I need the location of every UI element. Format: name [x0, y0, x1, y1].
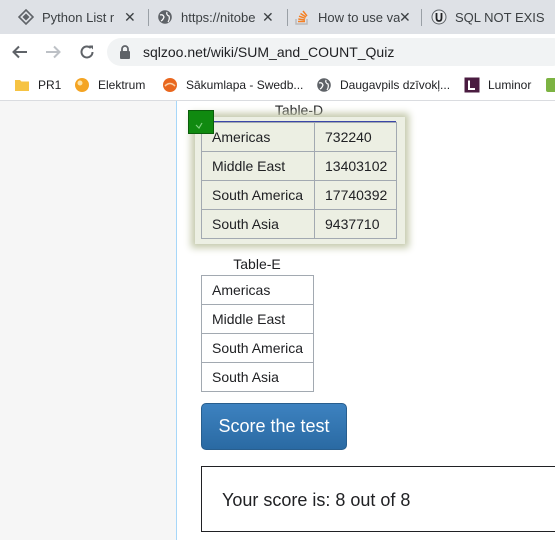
table-e-caption: Table-E — [233, 256, 281, 272]
browser-tab[interactable]: https://nitobe ✕ — [157, 0, 277, 34]
browser-tab[interactable]: SQL NOT EXIS — [431, 0, 555, 34]
bookmark-label: Daugavpils dzīvokļ... — [340, 78, 451, 92]
bookmark-label: Elektrum — [98, 78, 146, 92]
table-cell: South America — [201, 333, 314, 363]
table-row: Americas 732240 — [201, 122, 397, 152]
table-cell: Middle East — [201, 151, 315, 181]
forward-button[interactable] — [41, 40, 65, 64]
lock-icon[interactable] — [119, 44, 133, 60]
swedbank-icon — [162, 77, 178, 93]
table-row: South America 17740392 — [201, 180, 397, 210]
close-tab-icon[interactable]: ✕ — [262, 9, 274, 26]
table-d[interactable]: Americas 732240 Middle East 13403102 Sou… — [201, 122, 397, 239]
correct-check-icon — [188, 110, 214, 134]
tab-separator — [148, 9, 149, 26]
browser-tab[interactable]: How to use va ✕ — [294, 0, 414, 34]
bookmark-label: Luminor — [488, 78, 532, 92]
bookmark-luminor[interactable]: Luminor — [464, 70, 531, 100]
tab-title: Python List m — [42, 9, 114, 25]
table-e[interactable]: Americas Middle East South America South… — [201, 275, 314, 392]
bookmark-pr1[interactable]: PR1 — [14, 70, 61, 100]
table-cell: South Asia — [201, 362, 314, 392]
bookmarks-bar: PR1 Elektrum Sākumlapa - Swedb... Daugav… — [0, 70, 555, 101]
browser-tab[interactable]: Python List m ✕ — [18, 0, 138, 34]
table-row: South America — [201, 333, 314, 363]
score-result-box: Your score is: 8 out of 8 — [201, 466, 555, 532]
table-cell: South America — [201, 180, 315, 210]
table-row: Middle East — [201, 304, 314, 334]
globe-icon — [157, 9, 173, 25]
table-d-caption: Table-D — [274, 102, 324, 118]
score-the-test-button[interactable]: Score the test — [201, 403, 347, 450]
bookmark-elektrum[interactable]: Elektrum — [74, 70, 145, 100]
table-cell: South Asia — [201, 209, 315, 239]
green-bookmark-icon — [545, 77, 555, 93]
close-tab-icon[interactable]: ✕ — [124, 9, 136, 26]
tab-title: SQL NOT EXIS — [455, 9, 545, 25]
url-text: sqlzoo.net/wiki/SUM_and_COUNT_Quiz — [143, 44, 395, 60]
bookmark-daugavpils[interactable]: Daugavpils dzīvokļ... — [316, 70, 450, 100]
sql-site-favicon — [431, 9, 447, 25]
tab-separator — [421, 9, 422, 26]
score-text: Your score is: 8 out of 8 — [222, 490, 411, 510]
table-cell: 17740392 — [314, 180, 397, 210]
tab-title: How to use va — [318, 9, 400, 25]
elektrum-icon — [74, 77, 90, 93]
table-row: Middle East 13403102 — [201, 151, 397, 181]
table-row: South Asia — [201, 362, 314, 392]
python-list-favicon — [18, 9, 34, 25]
table-cell: 732240 — [314, 122, 397, 152]
table-row: South Asia 9437710 — [201, 209, 397, 239]
browser-toolbar: sqlzoo.net/wiki/SUM_and_COUNT_Quiz — [0, 34, 555, 70]
stack-overflow-icon — [294, 9, 310, 25]
bookmark-overflow[interactable] — [545, 70, 555, 100]
bookmark-label: PR1 — [38, 78, 62, 92]
table-cell: Americas — [201, 275, 314, 305]
tab-title: https://nitobe — [181, 9, 256, 25]
globe-icon — [316, 77, 332, 93]
address-bar[interactable]: sqlzoo.net/wiki/SUM_and_COUNT_Quiz — [107, 38, 555, 66]
wiki-sidebar — [0, 101, 177, 540]
back-button[interactable] — [8, 40, 32, 64]
bookmark-label: Sākumlapa - Swedb... — [186, 78, 304, 92]
table-cell: 13403102 — [314, 151, 397, 181]
table-cell: Americas — [201, 122, 315, 152]
tab-separator — [287, 9, 288, 26]
reload-button[interactable] — [75, 40, 99, 64]
table-cell: Middle East — [201, 304, 314, 334]
folder-icon — [14, 77, 30, 93]
table-cell: 9437710 — [314, 209, 397, 239]
close-tab-icon[interactable]: ✕ — [399, 9, 411, 26]
tab-strip: Python List m ✕ https://nitobe ✕ How to … — [0, 0, 555, 34]
luminor-icon — [464, 77, 480, 93]
bookmark-swedbank[interactable]: Sākumlapa - Swedb... — [162, 70, 303, 100]
table-row: Americas — [201, 275, 314, 305]
